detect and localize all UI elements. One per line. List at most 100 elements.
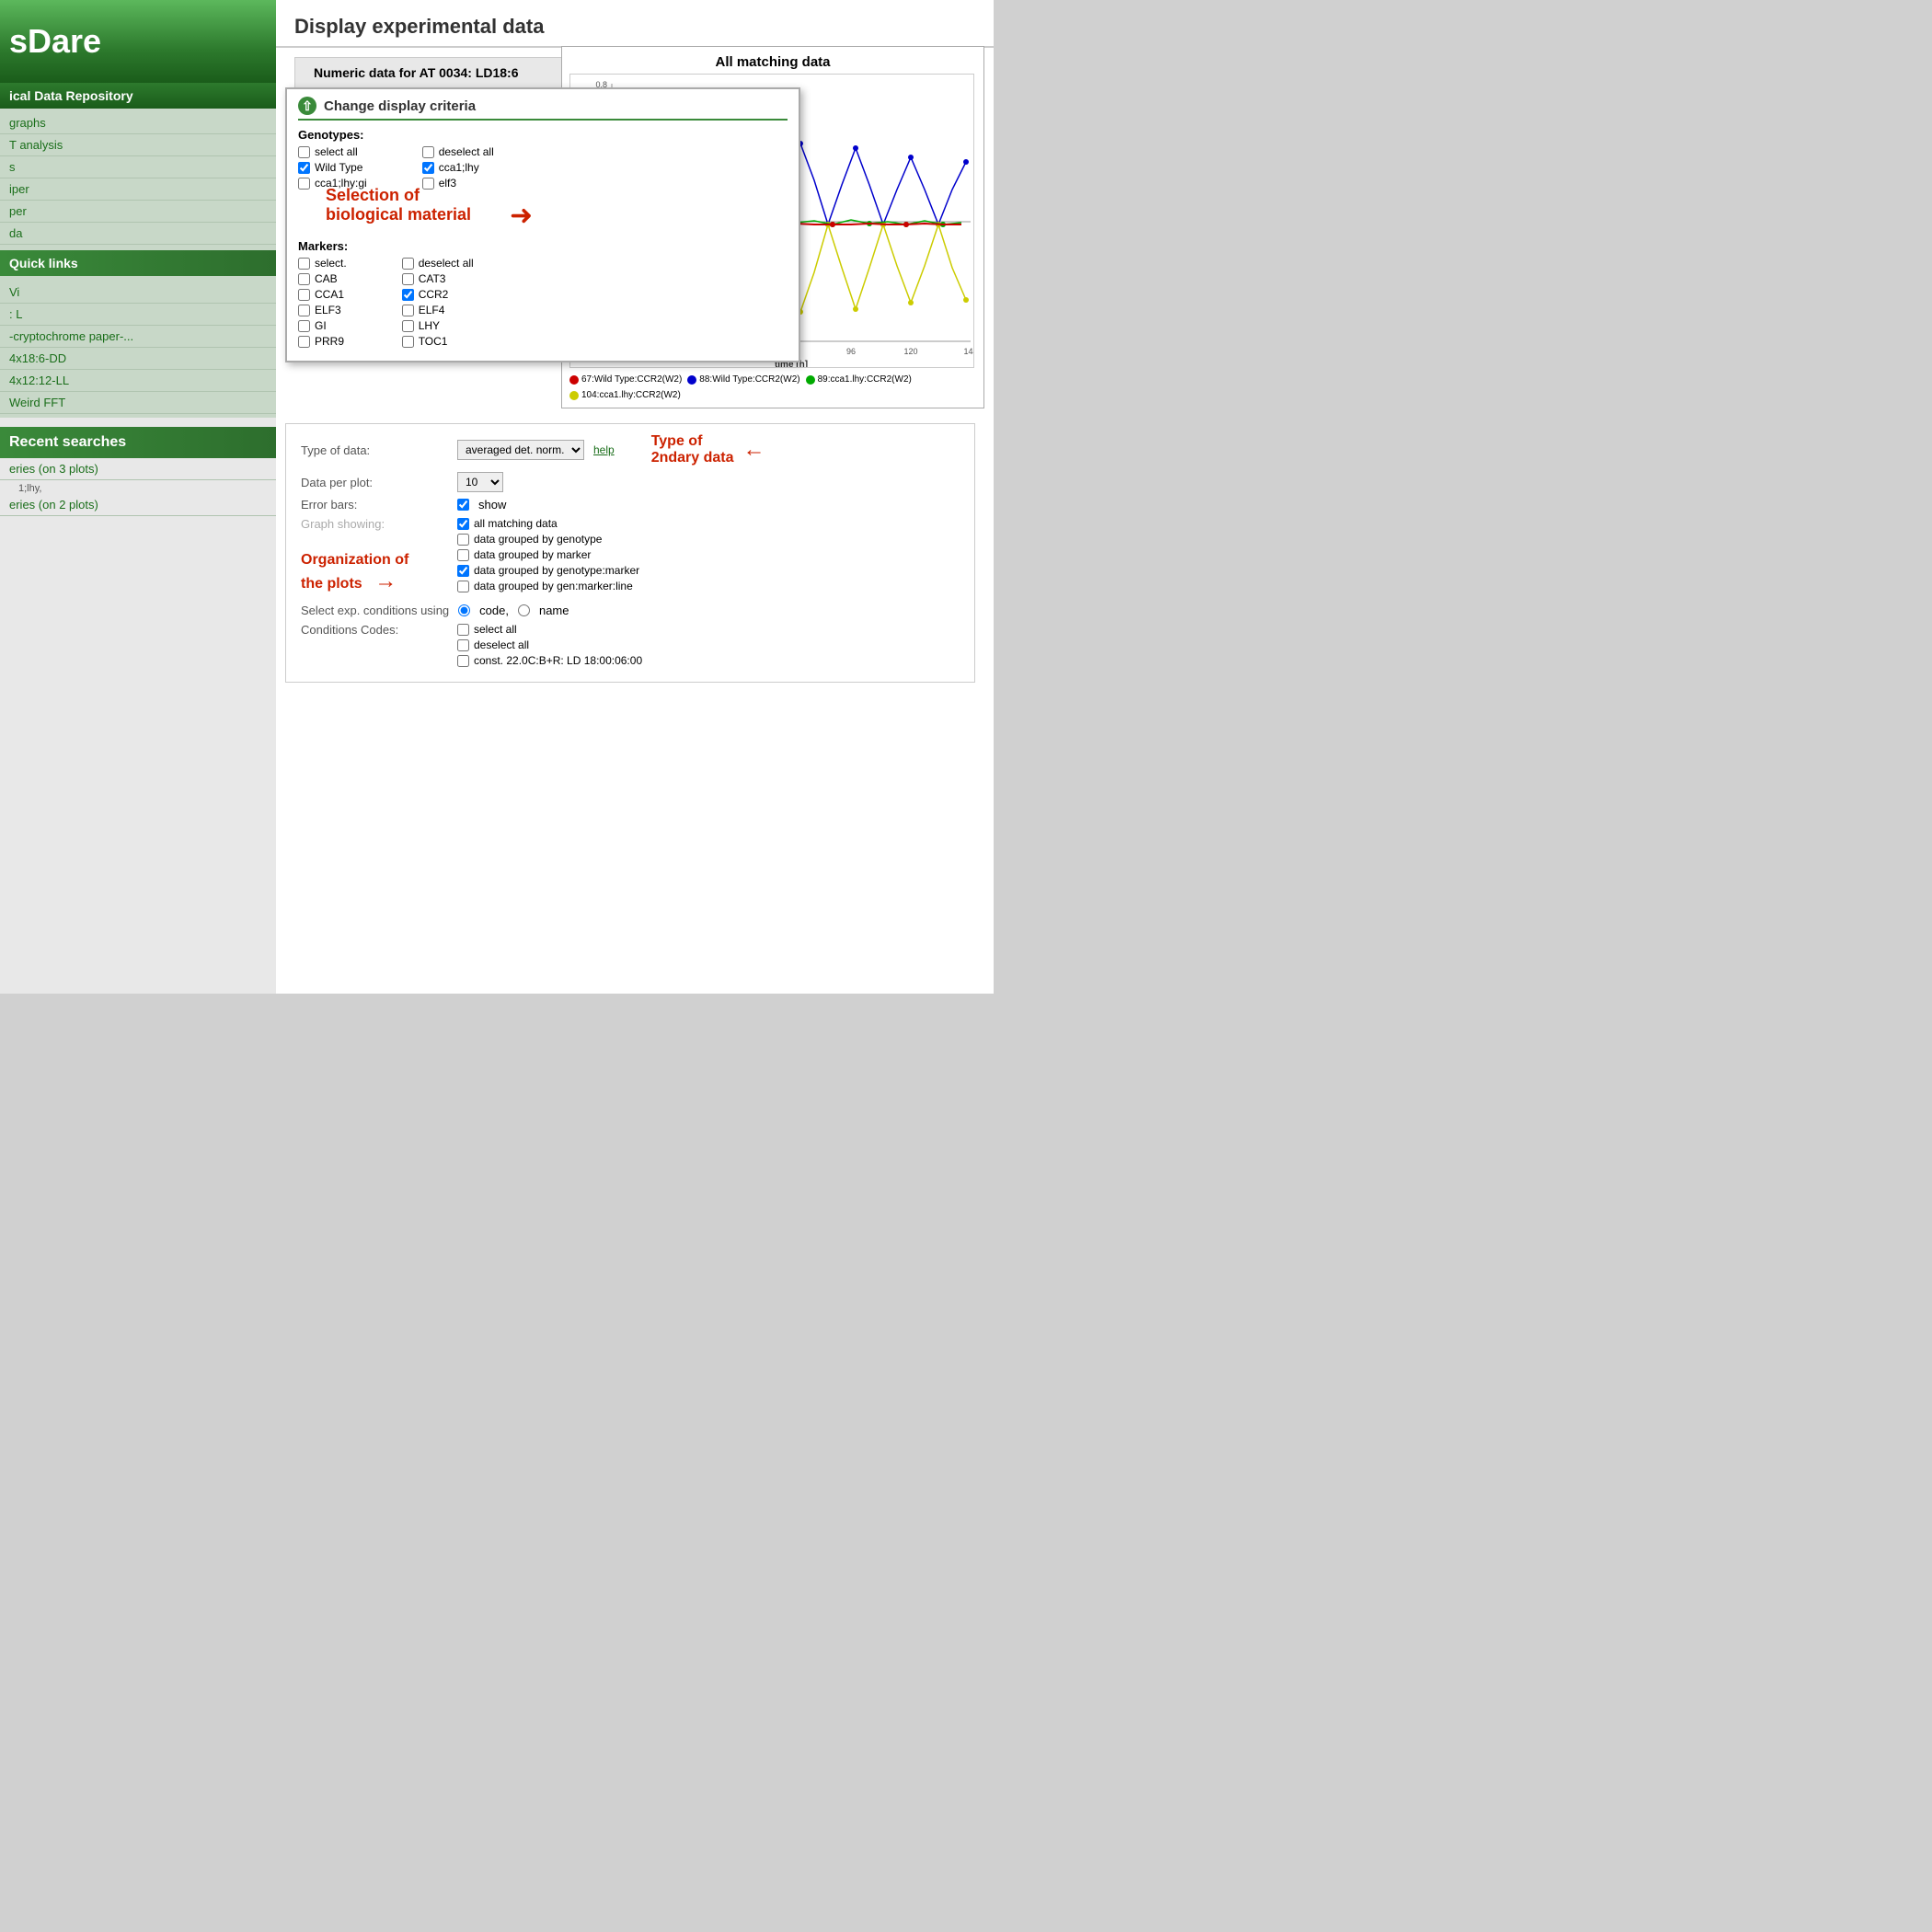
marker-toc1-cb[interactable] <box>402 336 414 348</box>
geno-deselect-all-cb[interactable] <box>422 146 434 158</box>
graph-opt-all-label: all matching data <box>474 517 558 530</box>
sidebar-weird[interactable]: Weird FFT <box>0 392 276 414</box>
sidebar-item-t-analysis[interactable]: T analysis <box>0 134 276 156</box>
data-per-plot-select[interactable]: 10 <box>457 472 503 492</box>
geno-select-all-cb[interactable] <box>298 146 310 158</box>
sidebar: sDare ical Data Repository graphs T anal… <box>0 0 276 994</box>
marker-toc1-label: TOC1 <box>419 335 448 348</box>
marker-elf3[interactable]: ELF3 <box>298 304 347 316</box>
quick-links-bar: Quick links <box>0 250 276 276</box>
marker-prr9[interactable]: PRR9 <box>298 335 347 348</box>
cond-select-all[interactable]: select all <box>457 623 642 636</box>
marker-cca1[interactable]: CCA1 <box>298 288 347 301</box>
sidebar-nav: graphs T analysis s iper per da Quick li… <box>0 109 276 418</box>
marker-cca1-cb[interactable] <box>298 289 310 301</box>
sidebar-cryptochrome[interactable]: -cryptochrome paper-... <box>0 326 276 348</box>
graph-opt-all-cb[interactable] <box>457 518 469 530</box>
geno-select-all[interactable]: select all <box>298 145 367 158</box>
chart-legend: 67:Wild Type:CCR2(W2) 88:Wild Type:CCR2(… <box>569 374 976 400</box>
conditions-label: Conditions Codes: <box>301 623 448 637</box>
geno-wild-type[interactable]: Wild Type <box>298 161 367 174</box>
sidebar-vi[interactable]: Vi <box>0 282 276 304</box>
graph-opt-all[interactable]: all matching data <box>457 517 639 530</box>
marker-ccr2-label: CCR2 <box>419 288 449 301</box>
markers-right: deselect all CAT3 CCR2 ELF4 LHY <box>402 257 474 348</box>
marker-cab[interactable]: CAB <box>298 272 347 285</box>
chart-title: All matching data <box>569 54 976 70</box>
marker-ccr2-cb[interactable] <box>402 289 414 301</box>
geno-cca1-lhy-label: cca1;lhy <box>439 161 479 174</box>
conditions-options: select all deselect all const. 22.0C:B+R… <box>457 623 642 667</box>
legend-yellow-label: 104:cca1.lhy:CCR2(W2) <box>581 390 681 400</box>
type-of-data-select[interactable]: averaged det. norm. <box>457 440 584 460</box>
select-exp-row: Select exp. conditions using code, name <box>301 604 960 617</box>
marker-prr9-cb[interactable] <box>298 336 310 348</box>
recent-search-1[interactable]: eries (on 3 plots) <box>0 458 276 480</box>
error-bars-checkbox[interactable] <box>457 499 469 511</box>
cond-deselect-all-cb[interactable] <box>457 639 469 651</box>
geno-deselect-all[interactable]: deselect all <box>422 145 494 158</box>
graph-opt-genotype-cb[interactable] <box>457 534 469 546</box>
graph-opt-genotype[interactable]: data grouped by genotype <box>457 533 639 546</box>
cond-const-label: const. 22.0C:B+R: LD 18:00:06:00 <box>474 654 642 667</box>
recent-search-1-sub: 1;lhy, <box>0 483 41 494</box>
legend-blue: 88:Wild Type:CCR2(W2) <box>687 374 799 385</box>
marker-elf4[interactable]: ELF4 <box>402 304 474 316</box>
sidebar-4x18[interactable]: 4x18:6-DD <box>0 348 276 370</box>
sidebar-item-graphs[interactable]: graphs <box>0 112 276 134</box>
marker-select-cb[interactable] <box>298 258 310 270</box>
marker-cat3-label: CAT3 <box>419 272 446 285</box>
cond-select-all-label: select all <box>474 623 517 636</box>
marker-cat3[interactable]: CAT3 <box>402 272 474 285</box>
marker-gi[interactable]: GI <box>298 319 347 332</box>
marker-gi-cb[interactable] <box>298 320 310 332</box>
sidebar-item-iper[interactable]: iper <box>0 178 276 201</box>
annotation-type: Type of2ndary data <box>651 433 734 466</box>
cond-const[interactable]: const. 22.0C:B+R: LD 18:00:06:00 <box>457 654 642 667</box>
svg-text:144: 144 <box>963 347 974 356</box>
sidebar-item-s[interactable]: s <box>0 156 276 178</box>
sidebar-ld[interactable]: : L <box>0 304 276 326</box>
marker-deselect-all-cb[interactable] <box>402 258 414 270</box>
marker-deselect-all-label: deselect all <box>419 257 474 270</box>
select-code-radio[interactable] <box>458 604 470 616</box>
cond-deselect-all[interactable]: deselect all <box>457 638 642 651</box>
marker-cab-cb[interactable] <box>298 273 310 285</box>
geno-wild-type-cb[interactable] <box>298 162 310 174</box>
marker-deselect-all[interactable]: deselect all <box>402 257 474 270</box>
help-link[interactable]: help <box>593 443 615 456</box>
marker-lhy-cb[interactable] <box>402 320 414 332</box>
marker-select[interactable]: select. <box>298 257 347 270</box>
marker-elf4-cb[interactable] <box>402 305 414 316</box>
graph-showing-label: Graph showing: <box>301 517 448 531</box>
marker-cat3-cb[interactable] <box>402 273 414 285</box>
marker-toc1[interactable]: TOC1 <box>402 335 474 348</box>
marker-ccr2[interactable]: CCR2 <box>402 288 474 301</box>
geno-cca1-lhy-cb[interactable] <box>422 162 434 174</box>
annotation-org-container: Organization ofthe plots → <box>301 552 960 594</box>
marker-lhy[interactable]: LHY <box>402 319 474 332</box>
marker-cab-label: CAB <box>315 272 338 285</box>
legend-red-label: 67:Wild Type:CCR2(W2) <box>581 374 682 385</box>
sidebar-item-da[interactable]: da <box>0 223 276 245</box>
markers-label: Markers: <box>298 239 788 253</box>
marker-lhy-label: LHY <box>419 319 440 332</box>
sidebar-item-per[interactable]: per <box>0 201 276 223</box>
geno-cca1-lhy[interactable]: cca1;lhy <box>422 161 494 174</box>
criteria-panel: ⇧ Change display criteria Genotypes: sel… <box>285 87 800 362</box>
legend-yellow: 104:cca1.lhy:CCR2(W2) <box>569 390 681 400</box>
select-exp-label: Select exp. conditions using <box>301 604 449 617</box>
legend-red: 67:Wild Type:CCR2(W2) <box>569 374 682 385</box>
recent-search-2[interactable]: eries (on 2 plots) <box>0 494 276 516</box>
cond-select-all-cb[interactable] <box>457 624 469 636</box>
annotation-bio: Selection ofbiological material <box>326 186 471 224</box>
geno-cca1-gi-cb[interactable] <box>298 178 310 190</box>
controls-panel: Type of data: averaged det. norm. help T… <box>285 423 975 683</box>
legend-green: 89:cca1.lhy:CCR2(W2) <box>806 374 912 385</box>
select-name-radio[interactable] <box>518 604 530 616</box>
select-code-label: code, <box>479 604 509 617</box>
sidebar-4x12[interactable]: 4x12:12-LL <box>0 370 276 392</box>
arrow-type: ← <box>743 437 765 463</box>
marker-elf3-cb[interactable] <box>298 305 310 316</box>
cond-const-cb[interactable] <box>457 655 469 667</box>
